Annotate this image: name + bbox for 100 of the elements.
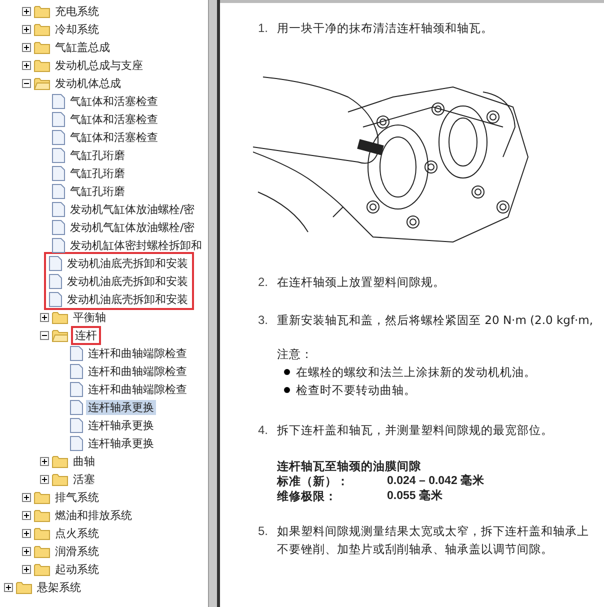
expand-icon[interactable]	[22, 546, 31, 556]
tree-item-label[interactable]: 发动机气缸体放油螺栓/密	[68, 220, 197, 234]
expand-icon[interactable]	[40, 456, 49, 466]
document-icon	[52, 202, 65, 216]
note-title: 注意：	[277, 346, 314, 363]
document-icon	[52, 112, 65, 126]
open-folder-icon	[52, 328, 68, 342]
tree-item-label[interactable]: 发动机气缸体放油螺栓/密	[68, 202, 197, 216]
step-number: 5.	[258, 523, 270, 540]
tree-item-label[interactable]: 平衡轴	[71, 310, 108, 324]
document-icon	[49, 256, 62, 270]
document-icon	[52, 184, 65, 198]
document-icon	[49, 274, 62, 288]
document-icon	[70, 382, 83, 396]
expand-icon[interactable]	[22, 528, 31, 538]
folder-icon	[34, 490, 50, 504]
folder-icon	[16, 580, 32, 594]
document-icon	[52, 166, 65, 180]
folder-icon	[34, 4, 50, 18]
spec-label: 标准（新）：	[277, 474, 350, 489]
folder-icon	[34, 58, 50, 72]
expand-icon[interactable]	[22, 6, 31, 16]
spec-title: 连杆轴瓦至轴颈的油膜间隙	[277, 459, 422, 474]
expand-icon[interactable]	[22, 24, 31, 34]
folder-icon	[34, 508, 50, 522]
expand-icon[interactable]	[4, 582, 13, 592]
folder-icon	[34, 562, 50, 576]
document-icon	[70, 364, 83, 378]
tree-item-label[interactable]: 连杆和曲轴端隙检查	[86, 382, 189, 396]
tree-item-label[interactable]: 气缸孔珩磨	[68, 184, 127, 198]
step-text: 拆下连杆盖和轴瓦，并测量塑料间隙规的最宽部位。	[277, 422, 553, 439]
folder-icon	[52, 472, 68, 486]
collapse-icon[interactable]	[40, 330, 49, 340]
folder-icon	[34, 544, 50, 558]
tree-item-label[interactable]: 起动系统	[53, 562, 101, 576]
bullet-icon	[284, 369, 290, 375]
tree-item-label[interactable]: 气缸体和活塞检查	[68, 94, 160, 108]
tree-item-label[interactable]: 气缸体和活塞检查	[68, 112, 160, 126]
document-icon	[52, 94, 65, 108]
tree-item-label[interactable]: 润滑系统	[53, 544, 101, 558]
document-icon	[70, 346, 83, 360]
tree-item-label[interactable]: 发动机油底壳拆卸和安装	[65, 292, 190, 306]
expand-icon[interactable]	[22, 42, 31, 52]
tree-item-label[interactable]: 连杆轴承更换	[86, 418, 156, 432]
splitter[interactable]	[208, 0, 220, 607]
tree-item-label[interactable]: 气缸体和活塞检查	[68, 130, 160, 144]
tree-item-label[interactable]: 连杆	[73, 328, 99, 342]
spec-label: 维修极限：	[277, 489, 338, 504]
folder-icon	[52, 454, 68, 468]
document-icon	[70, 436, 83, 450]
expand-icon[interactable]	[40, 474, 49, 484]
open-folder-icon	[34, 76, 50, 90]
note-text: 在螺栓的螺纹和法兰上涂抹新的发动机机油。	[296, 364, 536, 381]
document-icon	[70, 418, 83, 432]
document-icon	[52, 148, 65, 162]
expand-icon[interactable]	[22, 510, 31, 520]
step-text: 在连杆轴颈上放置塑料间隙规。	[277, 274, 445, 291]
tree-item-label[interactable]: 点火系统	[53, 526, 101, 540]
tree-item-label[interactable]: 燃油和排放系统	[53, 508, 134, 522]
tree-item-label[interactable]: 连杆轴承更换	[86, 436, 156, 450]
tree-item-label[interactable]: 发动机总成与支座	[53, 58, 145, 72]
bullet-icon	[284, 387, 290, 393]
expand-icon[interactable]	[22, 492, 31, 502]
step-number: 4.	[258, 422, 270, 439]
tree-item-label[interactable]: 悬架系统	[35, 580, 83, 594]
tree-item-label[interactable]: 连杆和曲轴端隙检查	[86, 346, 189, 360]
step-text: 用一块干净的抹布清洁连杆轴颈和轴瓦。	[277, 20, 493, 37]
tree-item-label[interactable]: 发动机缸体密封螺栓拆卸和	[68, 238, 204, 252]
expand-icon[interactable]	[40, 312, 49, 322]
tree-item-label[interactable]: 冷却系统	[53, 22, 101, 36]
tree-item-label[interactable]: 发动机体总成	[53, 76, 123, 90]
document-icon	[49, 292, 62, 306]
folder-icon	[34, 40, 50, 54]
step-text: 不要锉削、加垫片或刮削轴承、轴承盖以调节间隙。	[277, 541, 554, 558]
step-number: 1.	[258, 20, 270, 37]
tree-item-label[interactable]: 连杆和曲轴端隙检查	[86, 364, 189, 378]
note-text: 检查时不要转动曲轴。	[296, 382, 416, 399]
expand-icon[interactable]	[22, 564, 31, 574]
tree-item-label[interactable]: 发动机油底壳拆卸和安装	[65, 274, 190, 288]
tree-item-label[interactable]: 活塞	[71, 472, 97, 486]
tree-item-label[interactable]: 气缸孔珩磨	[68, 166, 127, 180]
tree-item-label[interactable]: 充电系统	[53, 4, 101, 18]
collapse-icon[interactable]	[22, 78, 31, 88]
step-text: 如果塑料间隙规测量结果太宽或太窄，拆下连杆盖和轴承上	[277, 523, 589, 540]
expand-icon[interactable]	[22, 60, 31, 70]
spec-value: 0.024 – 0.042 毫米	[387, 474, 485, 489]
step-number: 2.	[258, 274, 270, 291]
tree-item-label[interactable]: 曲轴	[71, 454, 97, 468]
tree-item-label[interactable]: 气缸盖总成	[53, 40, 112, 54]
document-icon	[52, 220, 65, 234]
spec-value: 0.055 毫米	[387, 489, 443, 504]
document-icon	[52, 238, 65, 252]
tree-item-label[interactable]: 连杆轴承更换	[86, 400, 156, 414]
step-text: 重新安装轴瓦和盖，然后将螺栓紧固至 20 N·m (2.0 kgf·m,	[277, 312, 594, 329]
folder-icon	[52, 310, 68, 324]
tree-item-label[interactable]: 排气系统	[53, 490, 101, 504]
step-number: 3.	[258, 312, 270, 329]
tree-item-label[interactable]: 气缸孔珩磨	[68, 148, 127, 162]
tree-item-label[interactable]: 发动机油底壳拆卸和安装	[65, 256, 190, 270]
folder-icon	[34, 22, 50, 36]
